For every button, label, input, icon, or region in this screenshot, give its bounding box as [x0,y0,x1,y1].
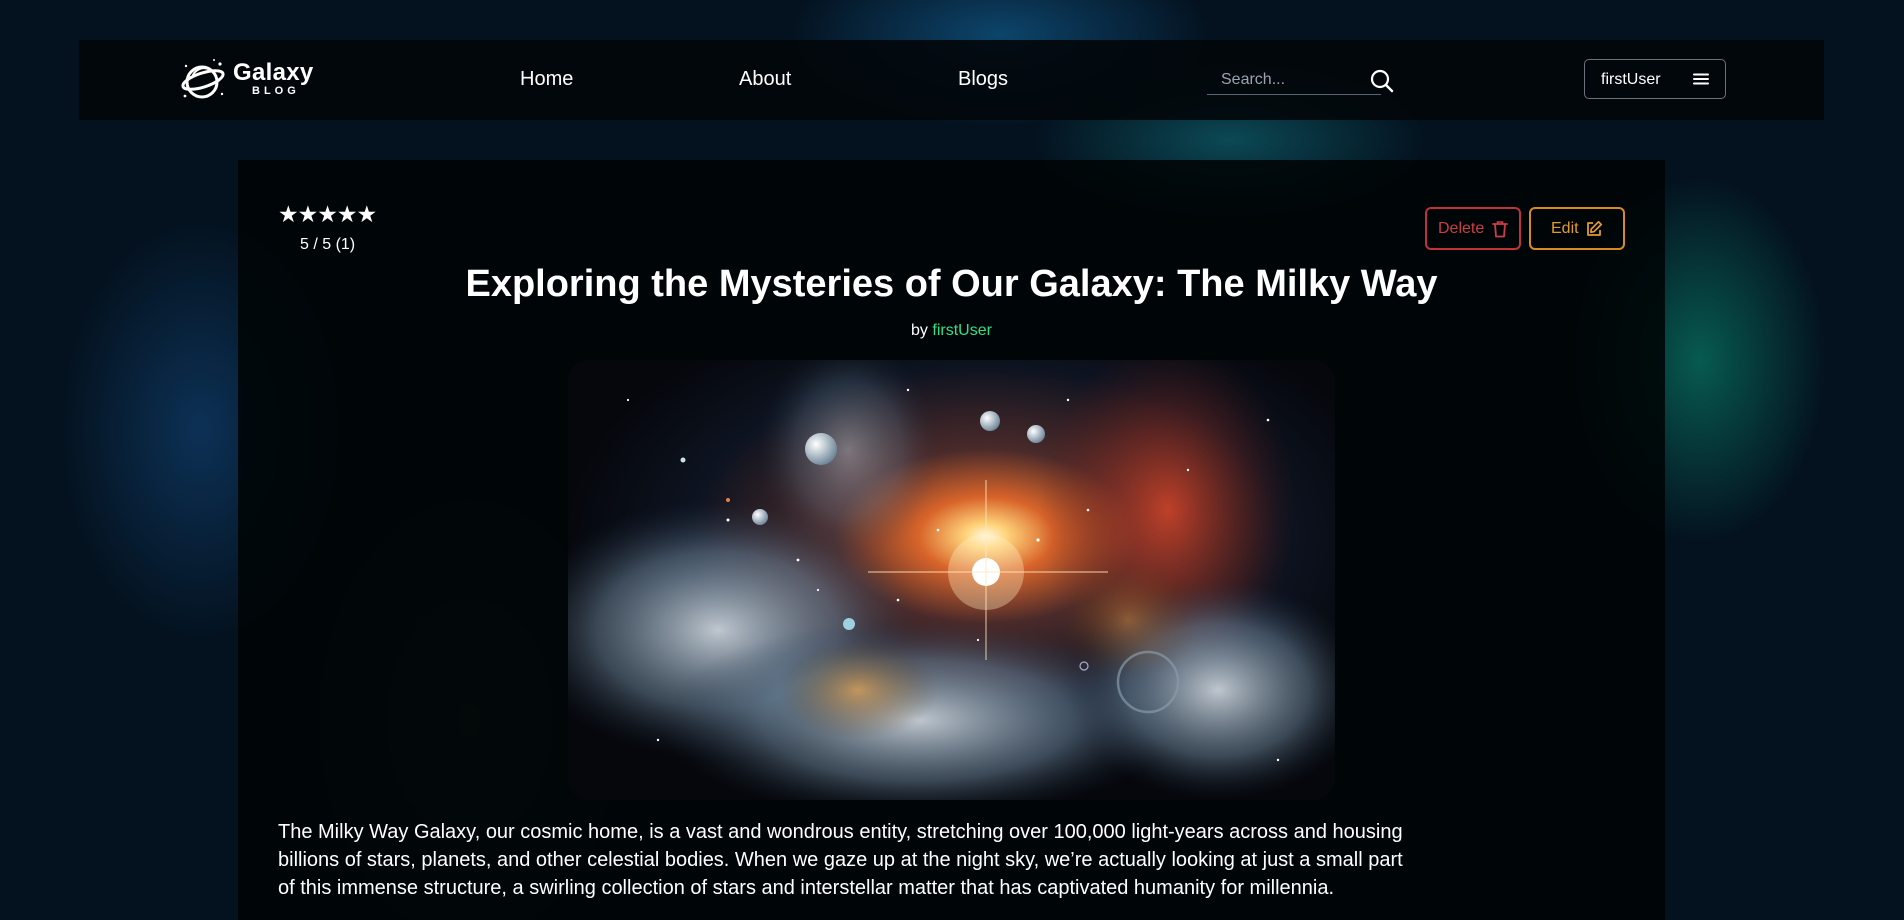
star-icon[interactable]: ★ [278,201,299,227]
edit-label: Edit [1551,220,1579,237]
username-label: firstUser [1601,71,1661,88]
site-logo[interactable]: Galaxy BLOG [180,56,320,106]
star-icon[interactable]: ★ [298,201,319,227]
post-body: The Milky Way Galaxy, our cosmic home, i… [278,821,1403,899]
search-icon[interactable] [1369,68,1395,94]
star-rating[interactable]: ★★★★★ [278,201,378,227]
navbar: Galaxy BLOG Home About Blogs firstUser [79,40,1824,120]
edit-button[interactable]: Edit [1529,207,1625,250]
nav-link-home[interactable]: Home [520,68,573,91]
user-menu-button[interactable]: firstUser [1584,59,1726,99]
star-icon[interactable]: ★ [337,201,358,227]
galaxy-logo-icon [181,59,225,99]
delete-button[interactable]: Delete [1425,207,1521,250]
edit-icon [1587,220,1603,236]
post-byline: by firstUser [238,322,1665,340]
nav-link-blogs[interactable]: Blogs [958,68,1008,91]
search-input[interactable] [1207,66,1381,95]
star-icon[interactable]: ★ [317,201,338,227]
delete-label: Delete [1438,220,1485,237]
trash-icon [1492,221,1508,238]
star-icon[interactable]: ★ [357,201,378,227]
author-link[interactable]: firstUser [932,322,992,339]
byline-prefix: by [911,322,928,339]
rating-summary: 5 / 5 (1) [300,236,356,253]
logo-subtitle: BLOG [252,85,300,97]
menu-icon [1693,73,1709,85]
post-title: Exploring the Mysteries of Our Galaxy: T… [465,263,1438,305]
nav-link-about[interactable]: About [739,68,791,91]
logo-title: Galaxy [233,59,314,86]
post-hero-image [568,360,1335,800]
post-card: ★★★★★ 5 / 5 (1) Delete Edit Exploring th… [238,160,1665,920]
